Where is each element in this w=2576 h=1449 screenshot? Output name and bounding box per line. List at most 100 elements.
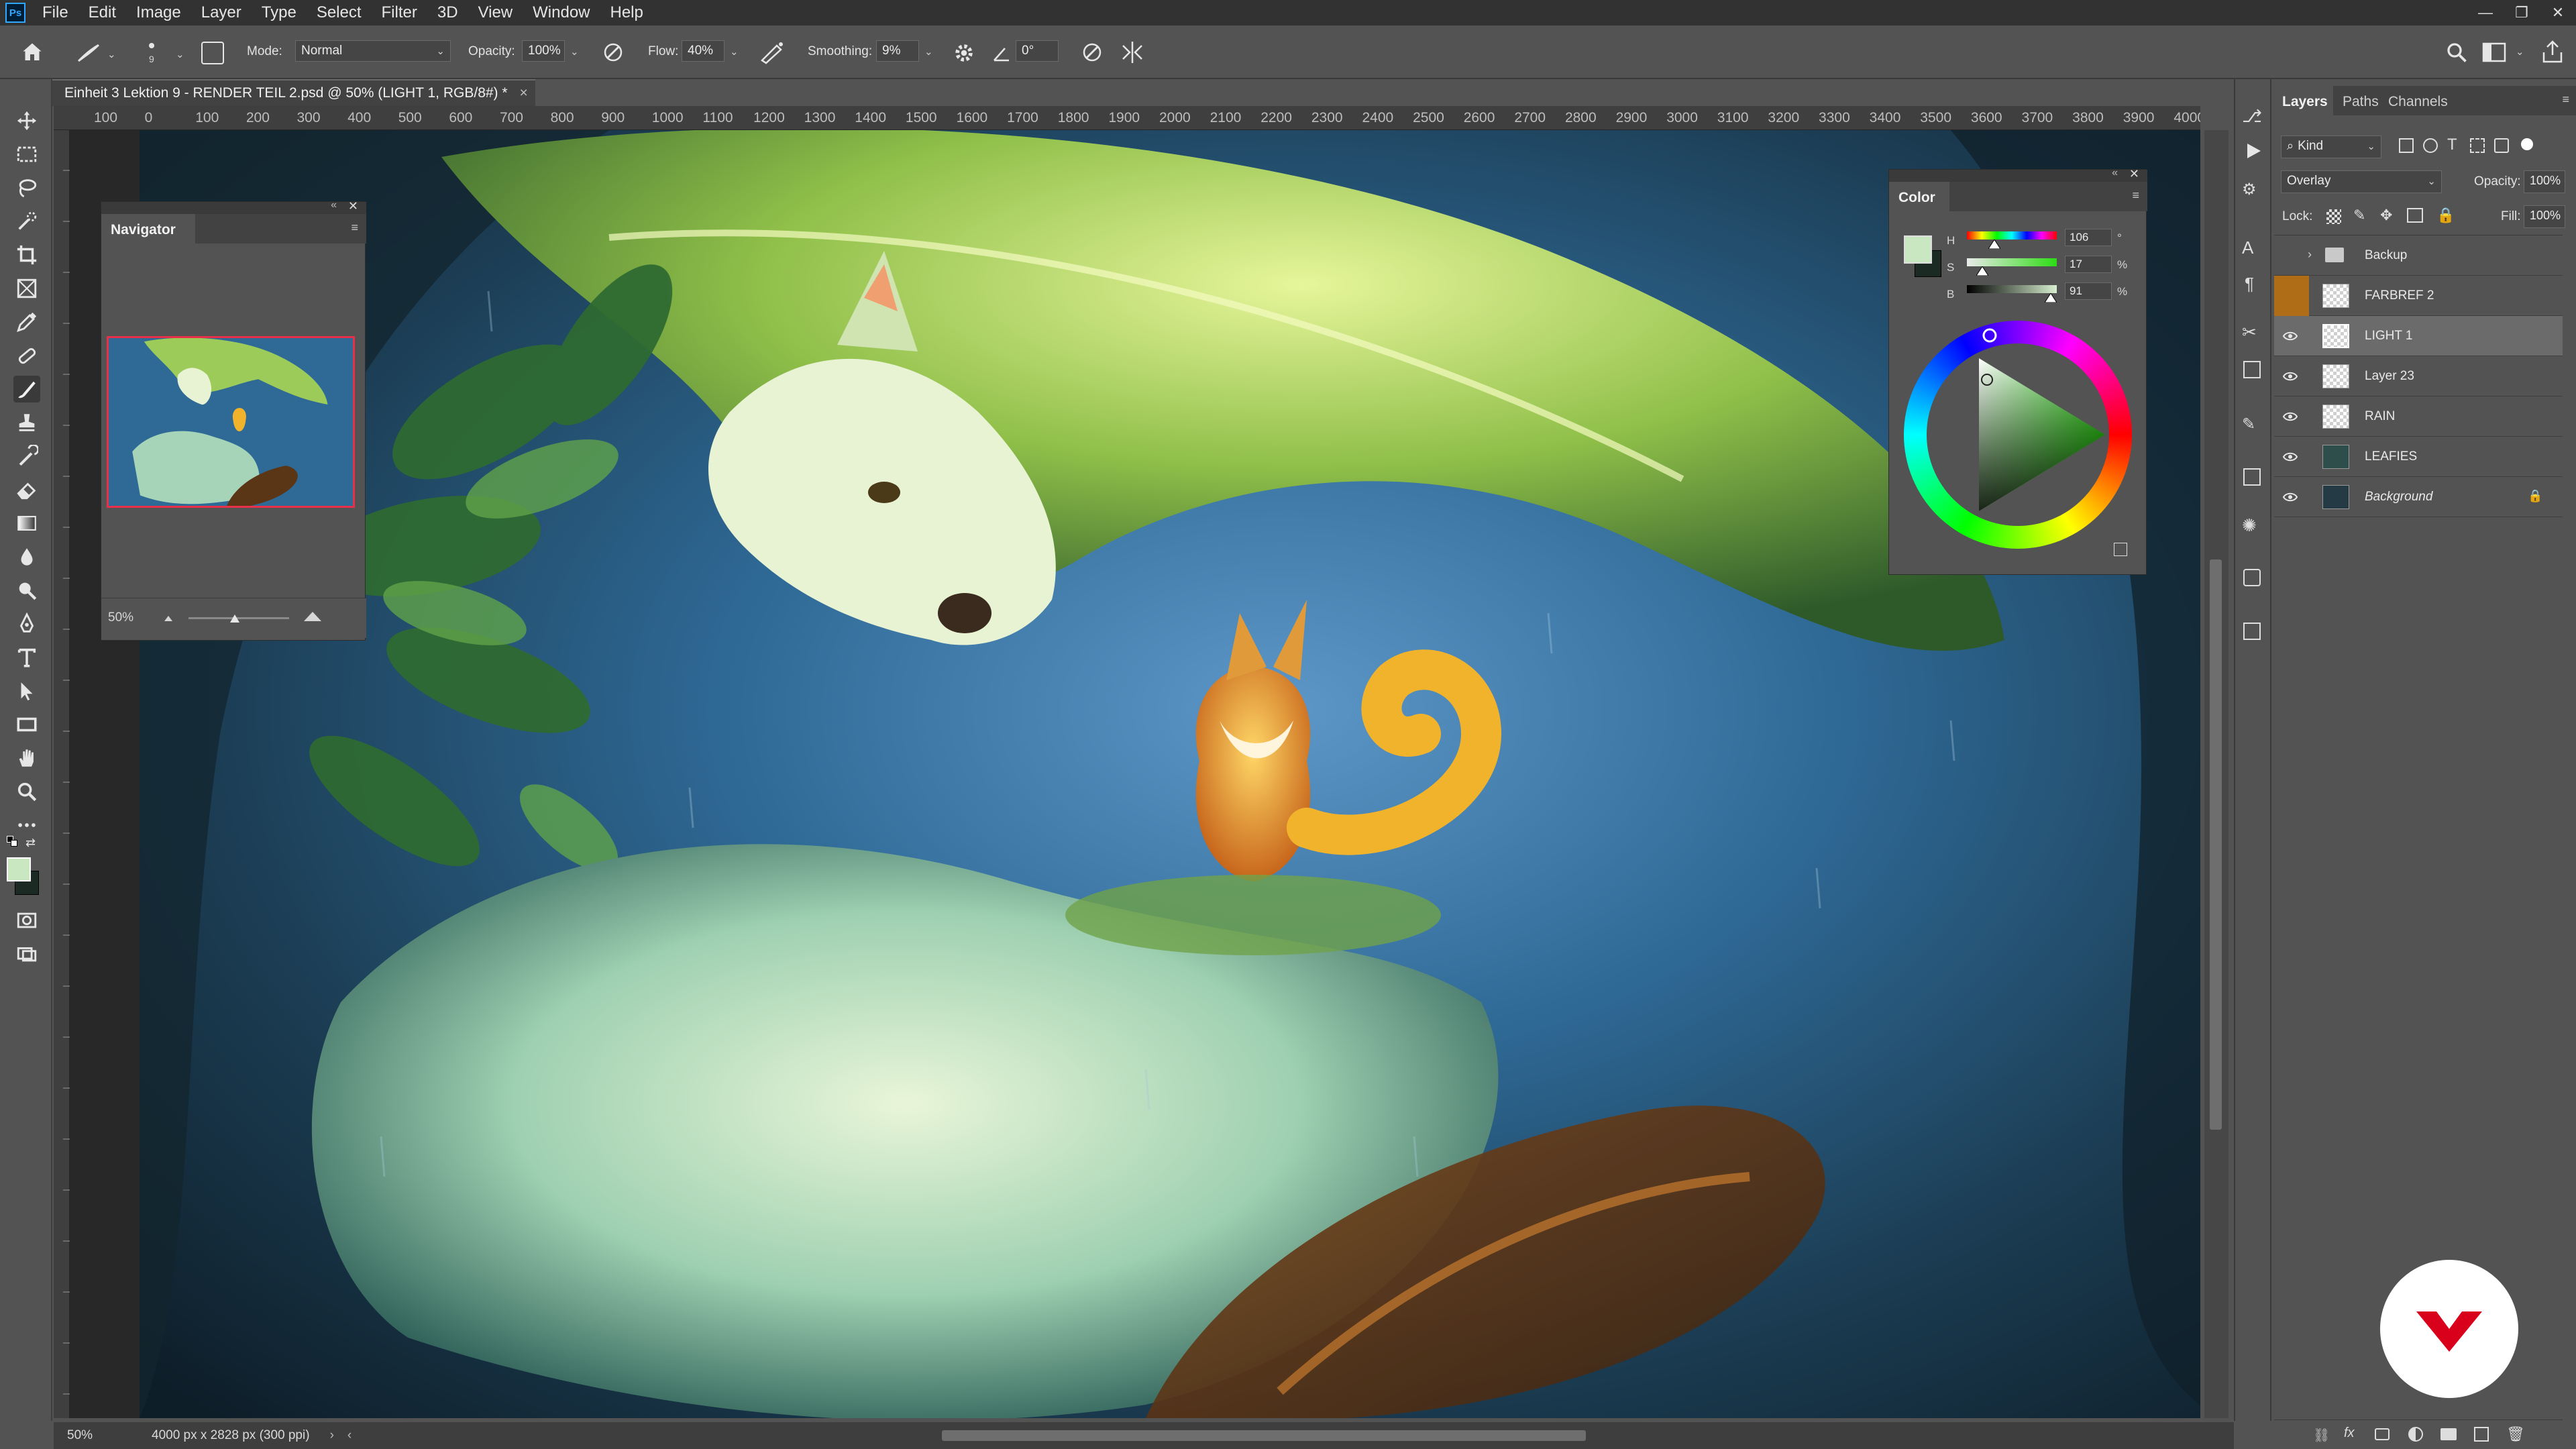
filter-adjustment-icon[interactable] [2423, 138, 2438, 153]
workspace-icon[interactable] [2482, 42, 2506, 63]
lock-image-icon[interactable]: ✎ [2353, 207, 2365, 224]
vertical-scrollbar[interactable] [2204, 130, 2229, 1418]
color-foreground-swatch[interactable] [1904, 235, 1932, 264]
airbrush-icon[interactable] [759, 40, 786, 64]
move-tool-icon[interactable] [13, 107, 40, 134]
fill-input[interactable]: 100% [2524, 205, 2565, 228]
layer-row-leafies[interactable]: LEAFIES [2274, 437, 2563, 477]
blend-mode-select[interactable]: Overlay ⌄ [2281, 170, 2442, 193]
path-selection-tool-icon[interactable] [13, 678, 40, 704]
zoom-in-icon[interactable] [303, 610, 323, 623]
color-panel-header[interactable]: « ✕ [1889, 167, 2147, 182]
lock-all-icon[interactable]: 🔒 [2436, 207, 2455, 224]
brightness-slider-thumb[interactable] [2045, 293, 2057, 303]
info-panel-icon[interactable] [2243, 623, 2261, 640]
tab-channels[interactable]: Channels [2388, 94, 2448, 110]
layer-row-layer-23[interactable]: Layer 23 [2274, 356, 2563, 396]
pressure-opacity-icon[interactable] [601, 40, 625, 64]
rectangle-tool-icon[interactable] [13, 711, 40, 738]
panel-menu-icon[interactable]: ≡ [2562, 93, 2569, 107]
eye-icon[interactable] [2282, 328, 2298, 344]
saturation-brightness-triangle[interactable] [1904, 321, 2132, 549]
healing-brush-tool-icon[interactable] [13, 342, 40, 369]
blur-tool-icon[interactable] [13, 543, 40, 570]
brush-tool-icon[interactable] [13, 376, 40, 402]
foreground-color-swatch[interactable] [7, 857, 31, 881]
pressure-size-icon[interactable] [1080, 40, 1104, 64]
dodge-tool-icon[interactable] [13, 577, 40, 604]
brushes-panel-icon[interactable]: ✺ [2242, 515, 2257, 536]
swap-colors-icon[interactable]: ⇄ [25, 836, 36, 850]
close-window-icon[interactable]: ✕ [2540, 0, 2576, 25]
tab-color[interactable]: Color [1889, 182, 1949, 211]
opacity-input[interactable]: 100% [522, 40, 565, 62]
brush-size-picker[interactable]: 9 [134, 38, 161, 64]
zoom-slider-thumb[interactable] [229, 612, 241, 624]
screen-mode-icon[interactable] [13, 941, 40, 967]
zoom-out-icon[interactable] [162, 613, 175, 623]
lock-position-icon[interactable]: ✥ [2380, 207, 2392, 224]
close-panel-icon[interactable]: ✕ [348, 199, 358, 213]
default-colors-icon[interactable] [7, 836, 19, 848]
layer-row-farbref-2[interactable]: FARBREF 2 [2274, 276, 2563, 316]
workspace-chevron-icon[interactable]: ⌄ [2516, 46, 2524, 58]
angle-input[interactable]: 0° [1016, 40, 1059, 62]
quick-selection-tool-icon[interactable] [13, 208, 40, 235]
vertical-scroll-thumb[interactable] [2210, 559, 2222, 1130]
panel-menu-icon[interactable]: ≡ [2132, 189, 2139, 203]
hue-slider-thumb[interactable] [1988, 239, 2000, 249]
eye-icon[interactable] [2282, 449, 2298, 465]
new-group-icon[interactable] [2440, 1428, 2457, 1440]
hue-input[interactable]: 106 [2065, 229, 2112, 246]
tab-layers[interactable]: Layers [2274, 86, 2333, 115]
symmetry-icon[interactable] [1119, 40, 1146, 64]
saturation-slider-thumb[interactable] [1976, 266, 1988, 276]
tab-paths[interactable]: Paths [2343, 94, 2379, 110]
adjustments-panel-icon[interactable]: ⚙ [2242, 180, 2257, 199]
brush-preset-chevron-icon[interactable]: ⌄ [107, 48, 116, 60]
opacity-chevron-icon[interactable]: ⌄ [570, 46, 579, 58]
delete-layer-icon[interactable]: 🗑 [2506, 1426, 2525, 1443]
brush-settings-panel-icon[interactable] [201, 42, 224, 64]
menu-file[interactable]: File [32, 3, 78, 22]
menu-filter[interactable]: Filter [372, 3, 427, 22]
eyedropper-tool-icon[interactable] [13, 309, 40, 335]
restore-icon[interactable]: ❐ [2504, 0, 2540, 25]
menu-image[interactable]: Image [126, 3, 191, 22]
menu-type[interactable]: Type [252, 3, 307, 22]
filter-type-icon[interactable]: T [2447, 136, 2457, 154]
history-panel-icon[interactable]: ⎇ [2242, 106, 2262, 127]
history-brush-tool-icon[interactable] [13, 443, 40, 470]
saturation-slider[interactable] [1967, 258, 2057, 266]
add-mask-icon[interactable] [2375, 1428, 2390, 1440]
scroll-left-icon[interactable]: ‹ [347, 1428, 352, 1443]
layer-row-background[interactable]: Background 🔒 [2274, 477, 2563, 517]
minimize-icon[interactable]: — [2467, 0, 2504, 25]
filter-shape-icon[interactable] [2470, 138, 2485, 153]
layer-row-rain[interactable]: RAIN [2274, 396, 2563, 437]
more-tools-icon[interactable] [13, 812, 40, 839]
navigator-preview[interactable] [107, 336, 355, 508]
group-expand-icon[interactable]: › [2308, 248, 2312, 262]
collapse-panel-icon[interactable]: « [331, 199, 337, 211]
clone-source-icon[interactable] [2243, 361, 2261, 378]
menu-help[interactable]: Help [600, 3, 653, 22]
menu-window[interactable]: Window [523, 3, 600, 22]
link-layers-icon[interactable]: ⛓ [2313, 1427, 2330, 1444]
layer-row-light-1[interactable]: LIGHT 1 [2274, 316, 2563, 356]
brush-size-chevron-icon[interactable]: ⌄ [176, 48, 184, 60]
lock-artboard-icon[interactable] [2407, 208, 2423, 223]
brush-settings-icon[interactable]: ✎ [2242, 415, 2255, 434]
crop-tool-icon[interactable] [13, 241, 40, 268]
layer-row-backup[interactable]: › Backup [2274, 235, 2563, 276]
marquee-tool-icon[interactable] [13, 141, 40, 168]
paragraph-panel-icon[interactable]: ¶ [2245, 274, 2254, 294]
quick-mask-icon[interactable] [13, 907, 40, 934]
brush-preset-icon[interactable] [75, 42, 102, 63]
collapse-panel-icon[interactable]: « [2112, 167, 2118, 179]
lock-transparent-icon[interactable] [2326, 209, 2341, 224]
color-panel-settings-icon[interactable] [2114, 543, 2127, 556]
hand-tool-icon[interactable] [13, 745, 40, 771]
lasso-tool-icon[interactable] [13, 174, 40, 201]
clone-stamp-tool-icon[interactable] [13, 409, 40, 436]
